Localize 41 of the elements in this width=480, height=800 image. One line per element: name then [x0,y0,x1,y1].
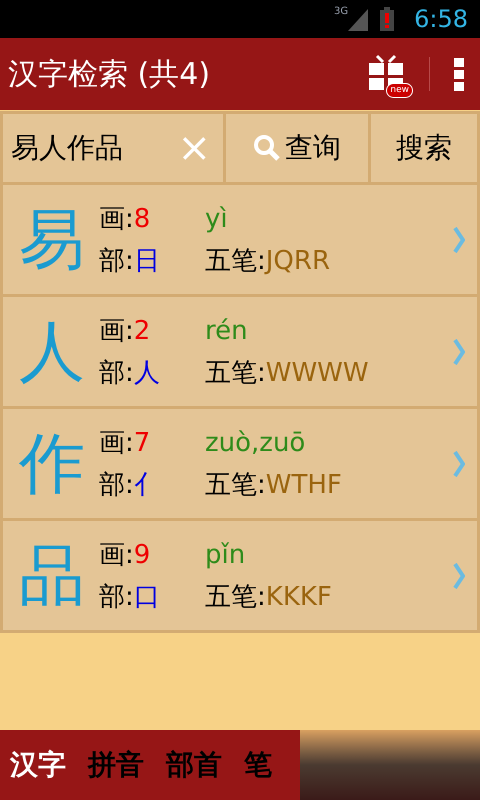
radical: 部:日 [99,244,161,278]
character-row[interactable]: 人 画:2 部:人 rén 五笔:WWWW [3,297,477,406]
search-field[interactable]: 易人作品 × [3,114,223,182]
overflow-menu-button[interactable] [454,58,464,90]
clock-time: 6:58 [414,4,468,35]
chevron-right-icon [453,450,465,478]
search-button[interactable]: 搜索 [371,114,477,182]
stroke-count: 画:9 [99,538,152,572]
battery-icon [380,7,394,31]
pinyin: yì [205,202,229,236]
radical: 部:口 [99,580,161,614]
network-type: 3G [334,7,348,17]
large-character: 品 [19,536,86,616]
stroke-count: 画:2 [99,314,152,348]
chevron-right-icon [453,338,465,366]
stroke-count: 画:7 [99,426,152,460]
pinyin: rén [205,314,249,348]
large-character: 人 [19,312,86,392]
signal-icon [348,9,368,31]
search-icon [253,134,281,162]
wubi-code: 五笔:JQRR [205,244,332,278]
large-character: 易 [19,200,86,280]
character-row[interactable]: 品 画:9 部:口 pǐn 五笔:KKKF [3,521,477,630]
chevron-right-icon [453,562,465,590]
large-character: 作 [19,424,86,504]
stroke-count: 画:8 [99,202,152,236]
wubi-code: 五笔:WTHF [205,468,343,502]
character-row[interactable]: 作 画:7 部:亻 zuò,zuō 五笔:WTHF [3,409,477,518]
wubi-code: 五笔:KKKF [205,580,333,614]
radical: 部:亻 [99,468,161,502]
character-row[interactable]: 易 画:8 部:日 yì 五笔:JQRR [3,185,477,294]
search-value: 易人作品 [11,130,124,166]
wubi-code: 五笔:WWWW [205,356,370,390]
bottom-tab[interactable]: 汉字 [10,744,66,786]
radical: 部:人 [99,356,161,390]
query-button[interactable]: 查询 [226,114,368,182]
pinyin: zuò,zuō [205,426,306,460]
pinyin: pǐn [205,538,246,572]
chevron-right-icon [453,226,465,254]
app-title: 汉字检索 (共4) [8,56,212,94]
new-badge: new [386,83,413,98]
